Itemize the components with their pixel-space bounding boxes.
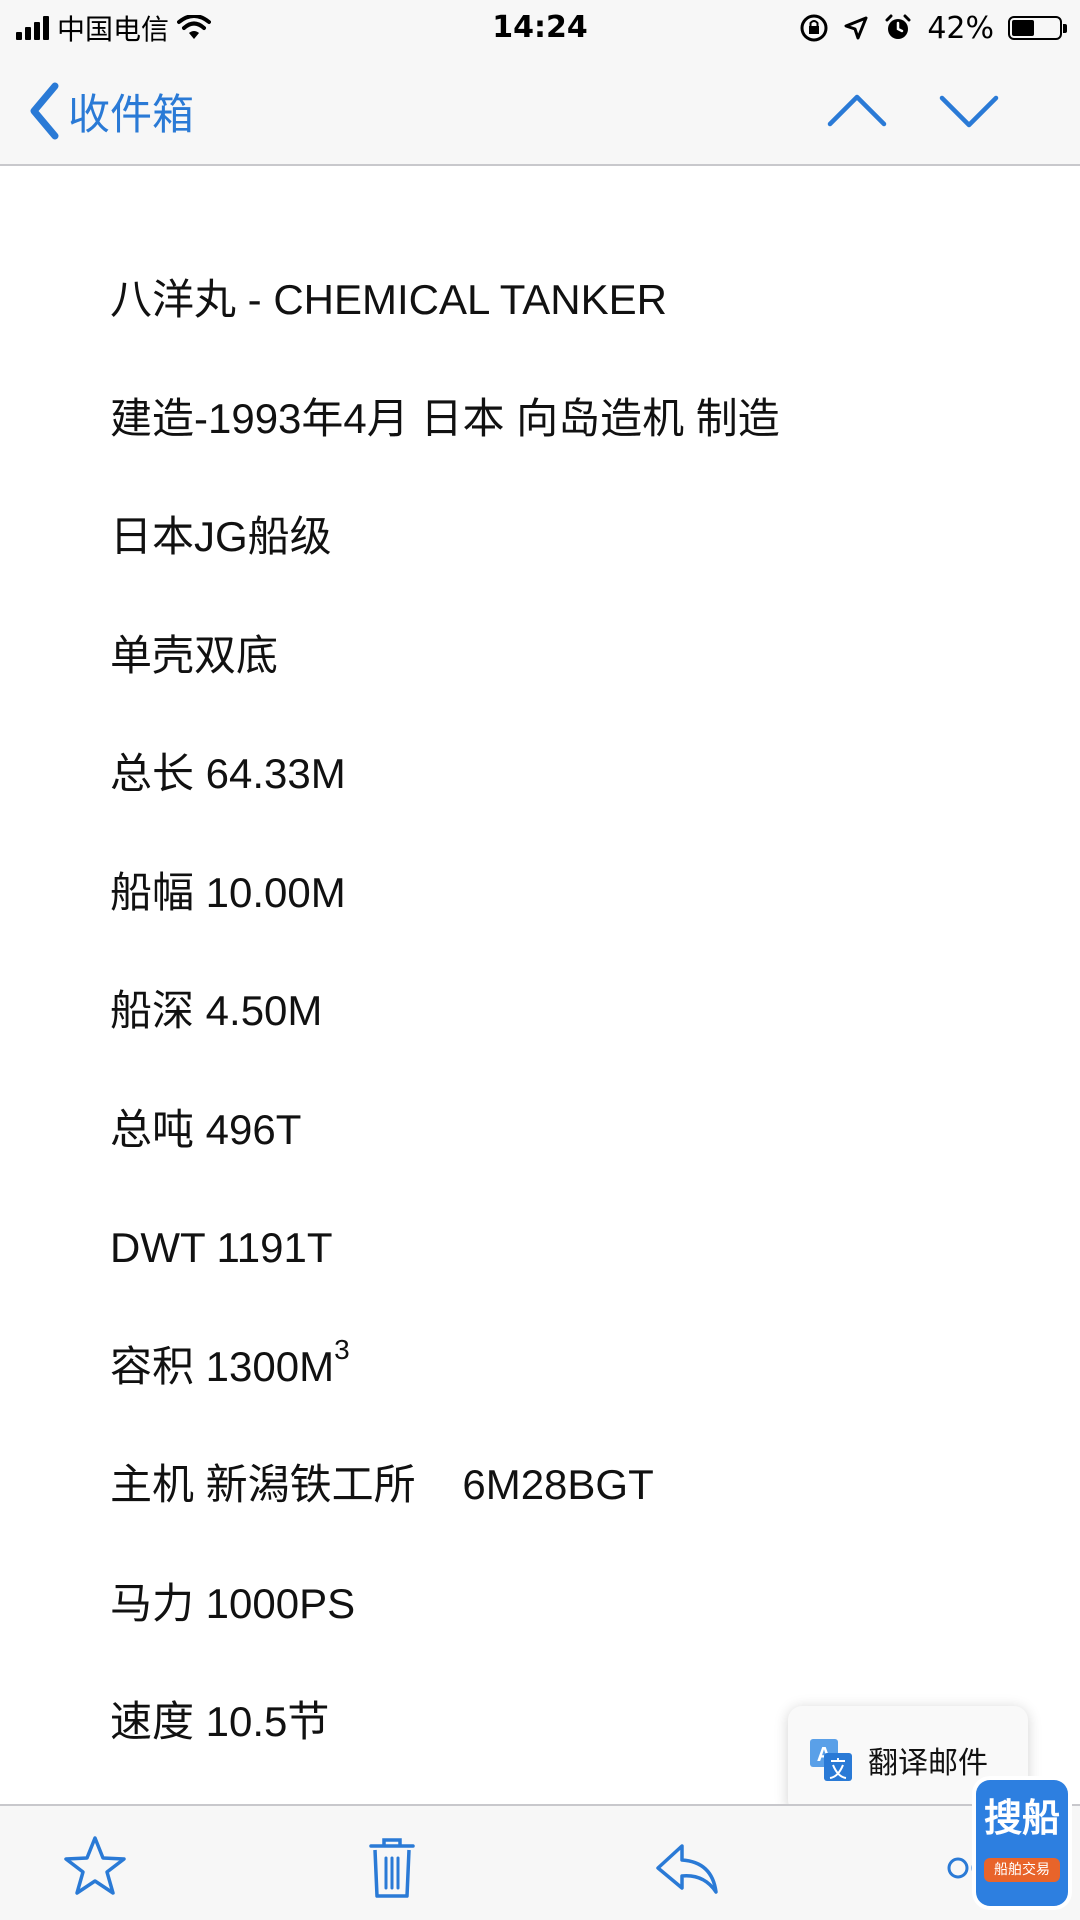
chevron-up-icon[interactable]: [826, 80, 888, 142]
line-ship-name: 八洋丸 - CHEMICAL TANKER: [110, 276, 667, 323]
mail-app: 中国电信 14:24 42% 收件箱 八洋丸 - CHEMICAL TANKER…: [0, 0, 1080, 1920]
watermark-sub: 船舶交易: [984, 1858, 1060, 1882]
star-icon[interactable]: [60, 1832, 130, 1902]
line-build: 建造-1993年4月 日本 向岛造机 制造: [110, 394, 780, 442]
battery-icon: [1008, 16, 1067, 40]
back-button[interactable]: 收件箱: [28, 78, 194, 144]
volume-text: 容积 1300M: [110, 1342, 335, 1390]
line-breadth: 船幅 10.00M: [110, 868, 346, 916]
chevron-left-icon: [30, 82, 59, 140]
message-nav: [826, 80, 1000, 142]
battery-percent: 42%: [927, 10, 994, 46]
message-body: 八洋丸 - CHEMICAL TANKER 建造-1993年4月 日本 向岛造机…: [110, 270, 1010, 1811]
back-label: 收件箱: [68, 89, 195, 139]
line-class: 日本JG船级: [110, 513, 332, 560]
translate-icon: A: [810, 1739, 852, 1781]
orientation-lock-icon: [800, 14, 828, 42]
volume-superscript: 3: [334, 1333, 350, 1365]
line-depth: 船深 4.50M: [110, 987, 323, 1034]
nav-bar: 收件箱: [0, 56, 1080, 166]
status-bar: 中国电信 14:24 42%: [0, 0, 1080, 56]
line-volume: 容积 1300M3: [110, 1333, 1010, 1456]
reply-icon[interactable]: [652, 1832, 722, 1902]
location-icon: [844, 16, 868, 40]
bottom-toolbar: [0, 1804, 1080, 1920]
chevron-down-icon[interactable]: [938, 80, 1000, 142]
trash-icon[interactable]: [357, 1832, 427, 1902]
line-horsepower: 马力 1000PS: [110, 1579, 356, 1627]
line-dwt: DWT 1191T: [110, 1224, 333, 1271]
watermark-main: 搜船: [983, 1796, 1060, 1840]
alarm-icon: [885, 14, 911, 39]
line-gross-tonnage: 总吨 496T: [110, 1105, 302, 1153]
line-hull: 单壳双底: [110, 631, 279, 679]
translate-label: 翻译邮件: [868, 1746, 988, 1781]
watermark-logo: 搜船 船舶交易: [976, 1780, 1068, 1906]
line-length: 总长 64.33M: [110, 750, 346, 797]
line-main-engine: 主机 新潟铁工所 6M28BGT: [110, 1461, 654, 1508]
status-right: 42%: [799, 8, 1067, 48]
